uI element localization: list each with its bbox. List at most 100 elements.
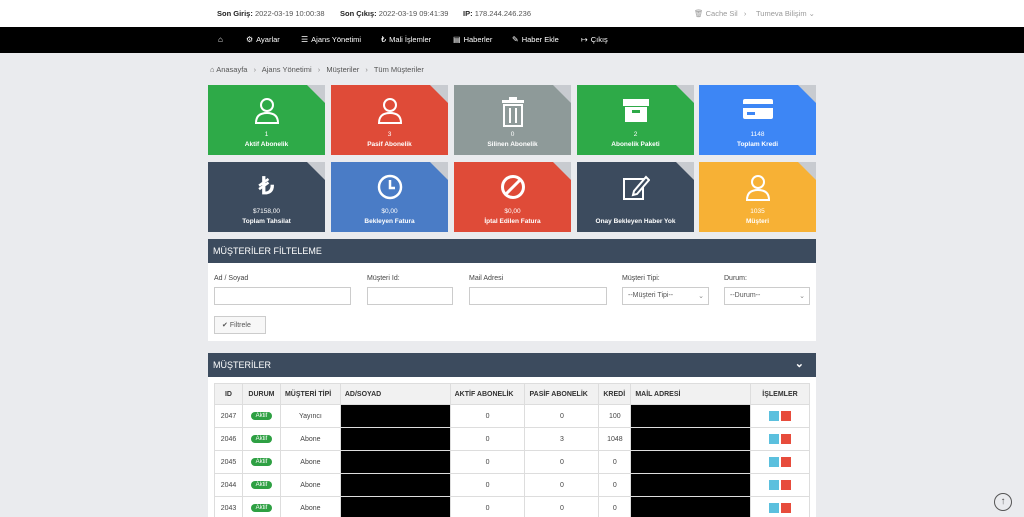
mail-label: Mail Adresi (469, 275, 504, 282)
edit-icon[interactable] (769, 480, 779, 490)
cache-clear-link[interactable]: 🗑 Cache Sil › (694, 9, 746, 18)
tile-value: $7158,00 (252, 208, 281, 215)
column-header-id[interactable]: ID (214, 383, 243, 405)
customer-type-select[interactable]: --Müşteri Tipi-- ⌄ (622, 287, 709, 305)
breadcrumb: ⌂ Anasayfa › Ajans Yönetimi › Müşteriler… (210, 65, 424, 74)
cell-active: 0 (449, 473, 526, 497)
customers-panel-header: MÜŞTERİLER ⌄ (208, 353, 816, 377)
delete-icon[interactable] (781, 457, 791, 467)
cell-id: 2043 (214, 496, 243, 517)
cell-name-redacted (339, 473, 451, 497)
column-header-status[interactable]: DURUM (241, 383, 281, 405)
ban-icon (454, 174, 571, 204)
nav-news[interactable]: ▤ Haberler (453, 35, 492, 44)
breadcrumb-home[interactable]: Anasayfa (216, 65, 247, 74)
credit-card-icon (699, 97, 816, 127)
cell-mail-redacted (630, 427, 751, 451)
delete-icon[interactable] (781, 480, 791, 490)
cell-actions (750, 496, 810, 517)
cell-name-redacted (339, 404, 451, 428)
filter-button[interactable]: ✔ Filtrele (214, 316, 266, 334)
name-input[interactable] (214, 287, 351, 305)
cell-passive: 3 (524, 427, 600, 451)
delete-icon[interactable] (781, 411, 791, 421)
cell-status: Aktif (241, 496, 281, 517)
delete-icon[interactable] (781, 434, 791, 444)
cell-mail-redacted (630, 473, 751, 497)
top-info-bar: Son Giriş: 2022-03-19 10:00:38 Son Çıkış… (0, 0, 1024, 27)
cell-mail-redacted (630, 450, 751, 474)
filter-panel-header: MÜŞTERİLER FİLTELEME (208, 239, 816, 263)
main-navbar: ⌂ ⚙ Ayarlar ☰ Ajans Yönetimi ₺ Mali İşlemle… (0, 27, 1024, 53)
customers-panel-title: MÜŞTERİLER (213, 360, 272, 370)
tile-active-subscription[interactable]: 1 Aktif Abonelik (208, 85, 325, 155)
tile-passive-subscription[interactable]: 3 Pasif Abonelik (331, 85, 448, 155)
cell-id: 2047 (214, 404, 243, 428)
last-login-value: 2022-03-19 10:00:38 (254, 9, 325, 18)
nav-settings[interactable]: ⚙ Ayarlar (246, 35, 280, 44)
name-label: Ad / Soyad (214, 275, 249, 282)
edit-icon[interactable] (769, 503, 779, 513)
nav-add-news[interactable]: ✎ Haber Ekle (512, 35, 559, 44)
logout-icon: ↦ (581, 35, 588, 44)
nav-home[interactable]: ⌂ (218, 35, 226, 44)
status-select[interactable]: --Durum-- ⌄ (724, 287, 810, 305)
tile-value: 2 (633, 131, 638, 138)
tile-customers[interactable]: 1035 Müşteri (699, 162, 816, 232)
last-logout: Son Çıkış: 2022-03-19 09:41:39 (340, 9, 448, 18)
tile-subscription-package[interactable]: 2 Abonelik Paketi (577, 85, 694, 155)
nav-finance-label: Mali İşlemler (389, 35, 432, 44)
tile-pending-news[interactable]: Onay Bekleyen Haber Yok (577, 162, 694, 232)
status-label: Durum: (724, 275, 747, 282)
column-header-passive[interactable]: PASİF ABONELİK (524, 383, 600, 405)
user-icon (699, 174, 816, 204)
delete-icon[interactable] (781, 503, 791, 513)
breadcrumb-agency[interactable]: Ajans Yönetimi (262, 65, 312, 74)
cell-status: Aktif (241, 450, 281, 474)
mail-input[interactable] (469, 287, 607, 305)
tile-label: Toplam Kredi (736, 141, 779, 148)
customers-table: ID DURUM MÜŞTERİ TİPİ AD/SOYAD AKTİF ABO… (214, 383, 810, 517)
column-header-credit[interactable]: KREDİ (598, 383, 632, 405)
user-menu[interactable]: Tumeva Bilişim ⌄ (756, 9, 815, 18)
tile-pending-invoice[interactable]: $0,00 Bekleyen Fatura (331, 162, 448, 232)
nav-logout[interactable]: ↦ Çıkış (581, 35, 608, 44)
cell-name-redacted (339, 450, 451, 474)
tile-cancelled-invoice[interactable]: $0,00 İptal Edilen Fatura (454, 162, 571, 232)
trash-icon: 🗑 (694, 9, 704, 18)
chevron-down-icon[interactable]: ⌄ (795, 357, 804, 370)
breadcrumb-customers[interactable]: Müşteriler (326, 65, 359, 74)
table-row: 2043 Aktif Abone 0 0 0 (214, 496, 810, 517)
tile-total-credit[interactable]: 1148 Toplam Kredi (699, 85, 816, 155)
arrow-up-icon: ↑ (1000, 496, 1006, 507)
column-header-mail[interactable]: MAİL ADRESİ (630, 383, 751, 405)
user-icon (208, 97, 325, 127)
customer-id-input[interactable] (367, 287, 453, 305)
tile-total-collection[interactable]: ₺ $7158,00 Toplam Tahsilat (208, 162, 325, 232)
tile-label: Toplam Tahsilat (242, 218, 291, 225)
cell-active: 0 (449, 404, 526, 428)
cell-name-redacted (339, 427, 451, 451)
last-logout-value: 2022-03-19 09:41:39 (378, 9, 449, 18)
edit-icon[interactable] (769, 411, 779, 421)
nav-agency[interactable]: ☰ Ajans Yönetimi (301, 35, 361, 44)
tile-label: Müşteri (745, 218, 770, 225)
trash-icon (454, 97, 571, 127)
edit-icon[interactable] (769, 457, 779, 467)
column-header-type[interactable]: MÜŞTERİ TİPİ (279, 383, 341, 405)
scroll-to-top-button[interactable]: ↑ (994, 493, 1012, 511)
customer-id-label: Müşteri Id: (367, 275, 400, 282)
nav-finance[interactable]: ₺ Mali İşlemler (381, 35, 431, 44)
edit-icon[interactable] (769, 434, 779, 444)
last-login-label: Son Giriş: (217, 9, 253, 18)
tile-value: 3 (387, 131, 392, 138)
nav-settings-label: Ayarlar (256, 35, 280, 44)
cell-mail-redacted (630, 404, 751, 428)
column-header-name[interactable]: AD/SOYAD (339, 383, 451, 405)
cell-credit: 0 (598, 473, 632, 497)
edit-icon: ✎ (512, 35, 519, 44)
money-icon: ₺ (381, 35, 387, 44)
home-icon: ⌂ (218, 35, 223, 44)
column-header-active[interactable]: AKTİF ABONELİK (449, 383, 526, 405)
tile-deleted-subscription[interactable]: 0 Silinen Abonelik (454, 85, 571, 155)
